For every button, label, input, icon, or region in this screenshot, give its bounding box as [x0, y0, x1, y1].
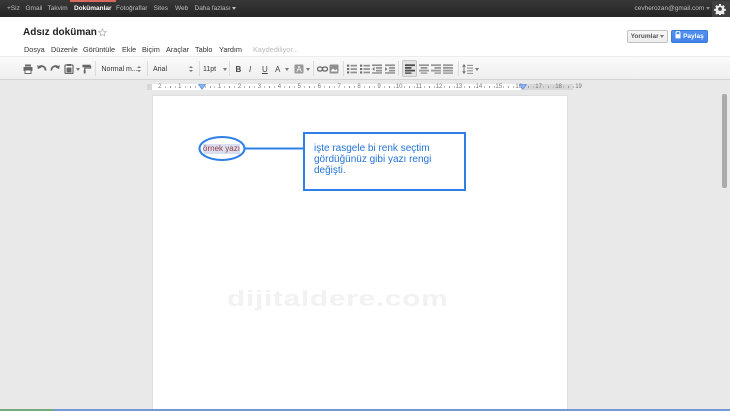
svg-text:A: A [296, 65, 302, 74]
